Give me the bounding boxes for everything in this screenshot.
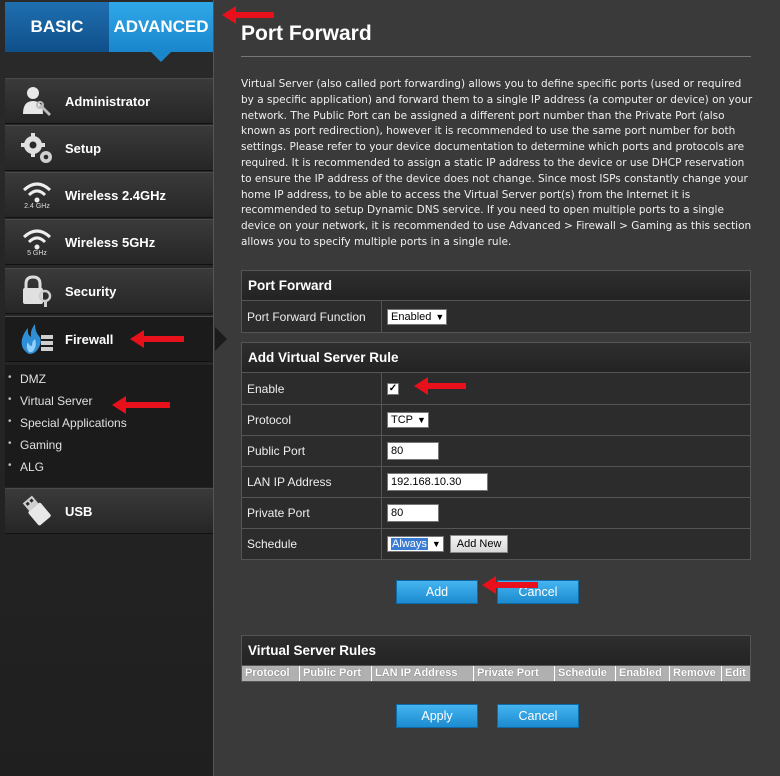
column-header: Remove: [670, 666, 722, 681]
sidebar-item-label: Administrator: [65, 93, 151, 109]
title-divider: [241, 56, 751, 57]
subnav-item-gaming[interactable]: Gaming: [8, 438, 62, 452]
field-label: Port Forward Function: [242, 301, 382, 332]
sidebar-item-wireless-24[interactable]: 2.4 GHz Wireless 2.4GHz: [5, 172, 213, 218]
chevron-down-icon: ▼: [435, 311, 445, 322]
select-value: Enabled: [391, 310, 432, 323]
add-rule-panel: Add Virtual Server Rule Enable ✓ Protoco…: [241, 342, 751, 560]
port-forward-function-row: Port Forward Function Enabled ▼: [242, 301, 750, 332]
sidebar-item-wireless-5[interactable]: 5 GHz Wireless 5GHz: [5, 219, 213, 265]
virtual-server-rules-panel: Virtual Server Rules Protocol Public Por…: [241, 635, 751, 682]
port-forward-panel: Port Forward Port Forward Function Enabl…: [241, 270, 751, 333]
field-label: Private Port: [242, 498, 382, 528]
gear-icon: [17, 128, 57, 168]
schedule-row: Schedule Always ▼ Add New: [242, 528, 750, 559]
sidebar-item-setup[interactable]: Setup: [5, 125, 213, 171]
arrow-left-icon: [482, 576, 538, 594]
sidebar: BASIC ADVANCED Administrator Setup 2.4 G…: [0, 0, 227, 776]
chevron-down-icon: ▼: [431, 539, 441, 549]
main-content: Port Forward Virtual Server (also called…: [215, 0, 780, 776]
arrow-left-icon: [130, 330, 184, 348]
band-label: 2.4 GHz: [24, 202, 50, 210]
schedule-select[interactable]: Always ▼: [387, 536, 444, 552]
protocol-row: Protocol TCP ▼: [242, 404, 750, 435]
protocol-select[interactable]: TCP ▼: [387, 412, 429, 428]
select-value: TCP: [391, 414, 413, 426]
enable-checkbox[interactable]: ✓: [387, 382, 399, 395]
arrow-left-icon: [414, 377, 466, 395]
sidebar-item-label: Security: [65, 283, 117, 299]
firewall-flame-icon: [17, 319, 57, 359]
subnav-item-dmz[interactable]: DMZ: [8, 372, 46, 386]
port-forward-function-select[interactable]: Enabled ▼: [387, 308, 448, 325]
subnav-item-special-applications[interactable]: Special Applications: [8, 416, 127, 430]
panel-header: Virtual Server Rules: [242, 636, 750, 666]
band-label: 5 GHz: [27, 249, 47, 257]
field-label: LAN IP Address: [242, 467, 382, 497]
lan-ip-row: LAN IP Address 192.168.10.30: [242, 466, 750, 497]
panel-header: Port Forward: [242, 271, 750, 301]
sidebar-item-label: Wireless 5GHz: [65, 234, 156, 250]
arrow-left-icon: [222, 6, 274, 24]
enable-row: Enable ✓: [242, 373, 750, 404]
column-header: Enabled: [616, 666, 670, 681]
basic-tab[interactable]: BASIC: [5, 2, 109, 52]
mode-tabs: BASIC ADVANCED: [5, 2, 213, 62]
rules-table-header: Protocol Public Port LAN IP Address Priv…: [242, 666, 750, 681]
select-value: Always: [391, 538, 428, 550]
lock-key-icon: [17, 271, 57, 311]
wifi-icon: 5 GHz: [17, 222, 57, 262]
column-header: Private Port: [474, 666, 555, 681]
field-label: Public Port: [242, 436, 382, 466]
usb-icon: [17, 491, 57, 531]
add-button[interactable]: Add: [396, 580, 478, 604]
column-header: Edit: [725, 667, 746, 679]
column-header: Schedule: [555, 666, 616, 681]
column-header: Protocol: [242, 666, 300, 681]
sidebar-item-administrator[interactable]: Administrator: [5, 78, 213, 124]
public-port-input[interactable]: 80: [387, 442, 439, 460]
add-new-schedule-button[interactable]: Add New: [449, 535, 509, 553]
field-label: Protocol: [242, 405, 382, 435]
lan-ip-input[interactable]: 192.168.10.30: [387, 473, 488, 491]
administrator-icon: [17, 81, 57, 121]
sidebar-item-label: Wireless 2.4GHz: [65, 187, 167, 203]
chevron-down-icon: ▼: [417, 415, 426, 425]
page-description: Virtual Server (also called port forward…: [241, 78, 753, 248]
column-header: Public Port: [300, 666, 372, 681]
sidebar-item-label: Setup: [65, 140, 102, 156]
public-port-row: Public Port 80: [242, 435, 750, 466]
subnav-item-alg[interactable]: ALG: [8, 460, 44, 474]
firewall-submenu: DMZ Virtual Server Special Applications …: [5, 365, 213, 487]
private-port-row: Private Port 80: [242, 497, 750, 528]
arrow-left-icon: [112, 396, 170, 414]
column-header: LAN IP Address: [372, 666, 474, 681]
cancel-bottom-button[interactable]: Cancel: [497, 704, 579, 728]
sidebar-item-security[interactable]: Security: [5, 268, 213, 314]
panel-header: Add Virtual Server Rule: [242, 343, 750, 373]
wifi-icon: 2.4 GHz: [17, 175, 57, 215]
advanced-tab[interactable]: ADVANCED: [109, 2, 213, 62]
field-label: Schedule: [242, 529, 382, 559]
field-label: Enable: [242, 373, 382, 404]
sidebar-item-usb[interactable]: USB: [5, 488, 213, 534]
sidebar-item-label: USB: [65, 503, 93, 519]
sidebar-item-label: Firewall: [65, 331, 114, 347]
subnav-item-virtual-server[interactable]: Virtual Server: [8, 394, 93, 408]
private-port-input[interactable]: 80: [387, 504, 439, 522]
apply-button[interactable]: Apply: [396, 704, 478, 728]
